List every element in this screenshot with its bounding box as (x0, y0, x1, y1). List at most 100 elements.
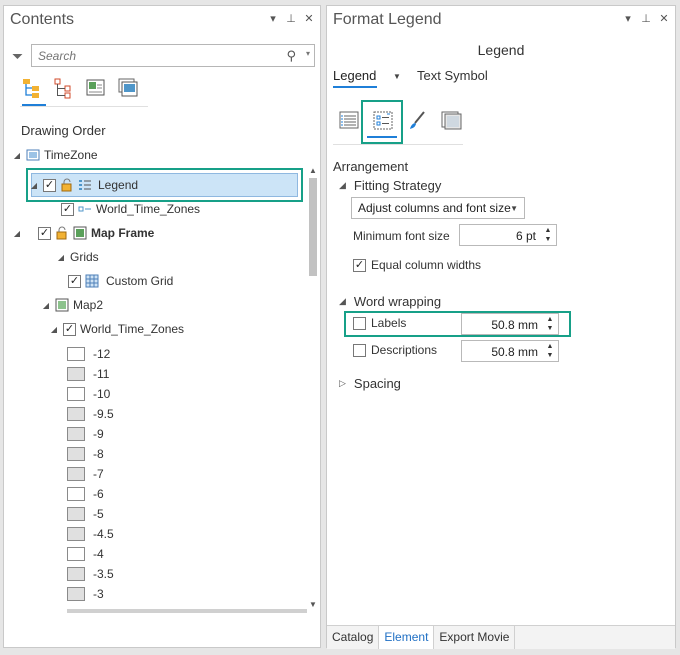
collapse-icon[interactable]: ◢ (12, 151, 22, 160)
map-frame-visibility-checkbox[interactable]: ✓ (38, 226, 51, 240)
collapse-icon[interactable]: ◢ (12, 229, 22, 238)
tab-text-symbol[interactable]: Text Symbol (417, 68, 488, 83)
section-label: Word wrapping (353, 294, 442, 309)
tab-export-movie[interactable]: Export Movie (434, 626, 516, 649)
stepper-arrows-icon[interactable]: ▲ ▼ (544, 341, 556, 361)
visibility-checkbox[interactable]: ✓ (61, 202, 74, 216)
zone-list-item[interactable]: -5 (67, 503, 104, 525)
symbol-swatch[interactable] (67, 367, 85, 381)
symbol-swatch[interactable] (67, 507, 85, 521)
zone-list-item[interactable]: -9.5 (67, 403, 114, 425)
search-icon[interactable]: ⚲ (286, 48, 296, 64)
zone-list-item[interactable]: -10 (67, 383, 110, 405)
zone-list-item[interactable]: -12 (67, 343, 110, 365)
pin-icon[interactable]: ⊥ (286, 12, 296, 26)
list-by-snapping-icon[interactable] (116, 75, 140, 101)
search-input[interactable] (32, 45, 272, 66)
labels-wrap-checkbox[interactable] (353, 316, 366, 330)
tree-item-map2[interactable]: ◢ Map2 (41, 294, 103, 316)
labels-wrap-option[interactable]: Labels (353, 316, 406, 330)
equal-column-widths-checkbox[interactable]: ✓ (353, 258, 366, 272)
horizontal-scrollbar[interactable] (67, 609, 307, 613)
chevron-down-icon[interactable]: ▼ (510, 204, 518, 213)
custom-grid-visibility-checkbox[interactable]: ✓ (68, 274, 81, 288)
collapse-icon[interactable]: ◢ (339, 180, 346, 191)
list-by-source-icon[interactable] (52, 75, 76, 101)
layer-visibility-checkbox[interactable]: ✓ (63, 322, 76, 336)
symbol-swatch[interactable] (67, 587, 85, 601)
equal-column-widths-option[interactable]: ✓ Equal column widths (353, 258, 481, 272)
descriptions-width-stepper[interactable]: 50.8 mm ▲ ▼ (461, 340, 559, 362)
symbol-swatch[interactable] (67, 527, 85, 541)
zone-label: -11 (93, 367, 110, 381)
symbol-swatch[interactable] (67, 467, 85, 481)
section-word-wrapping[interactable]: ◢ Word wrapping (339, 294, 441, 309)
tree-item-world-time-zones-layer[interactable]: ◢ ✓ World_Time_Zones (49, 318, 184, 340)
tab-catalog[interactable]: Catalog (327, 626, 380, 649)
vertical-scrollbar[interactable]: ▲ ▼ (307, 166, 319, 616)
zone-list-item[interactable]: -6 (67, 483, 104, 505)
zone-list-item[interactable]: -3.5 (67, 563, 114, 585)
section-fitting-strategy[interactable]: ◢ Fitting Strategy (339, 178, 441, 193)
zone-list-item[interactable]: -4.5 (67, 523, 114, 545)
min-font-size-stepper[interactable]: 6 pt ▲ ▼ (459, 224, 557, 246)
zone-list-item[interactable]: -7 (67, 463, 104, 485)
tree-item-map-frame[interactable]: ◢ ✓ Map Frame (12, 222, 154, 244)
close-icon[interactable]: ✕ (304, 12, 314, 26)
symbol-swatch[interactable] (67, 567, 85, 581)
symbol-swatch[interactable] (67, 347, 85, 361)
options-dropdown-icon[interactable]: ▾ (623, 12, 633, 26)
collapse-icon[interactable]: ◢ (49, 325, 59, 334)
symbol-swatch[interactable] (67, 427, 85, 441)
list-by-selection-icon[interactable] (84, 75, 108, 101)
zone-list-item[interactable]: -8 (67, 443, 104, 465)
display-options-icon[interactable] (439, 108, 463, 132)
zone-label: -12 (93, 347, 111, 361)
tab-element[interactable]: Element (379, 626, 435, 649)
collapse-icon[interactable]: ◢ (56, 253, 66, 262)
zone-list-item[interactable]: -4 (67, 543, 104, 565)
symbol-swatch[interactable] (67, 387, 85, 401)
symbol-swatch[interactable] (67, 487, 85, 501)
stepper-arrows-icon[interactable]: ▲ ▼ (542, 225, 554, 245)
zone-list-item[interactable]: -3 (67, 583, 104, 605)
contents-pane: Contents ▾ ⊥ ✕ ⏷ ⚲ ▾ (3, 5, 321, 648)
tree-item-grids[interactable]: ◢ Grids (56, 246, 99, 268)
lock-icon[interactable] (60, 178, 74, 192)
tree-item-legend[interactable]: ◢ ✓ Legend (29, 174, 138, 196)
symbol-swatch[interactable] (67, 407, 85, 421)
tree-item-timezone[interactable]: ◢ TimeZone (12, 144, 98, 166)
section-spacing[interactable]: ▷ Spacing (339, 376, 401, 391)
collapse-icon[interactable]: ◢ (29, 181, 39, 190)
scroll-down-icon[interactable]: ▼ (307, 600, 319, 609)
labels-width-stepper[interactable]: 50.8 mm ▲ ▼ (461, 313, 559, 335)
tab-legend[interactable]: Legend (333, 68, 376, 83)
lock-icon[interactable] (55, 226, 69, 240)
filter-icon[interactable]: ⏷ (12, 48, 23, 65)
descriptions-wrap-option[interactable]: Descriptions (353, 343, 437, 357)
list-by-drawing-order-icon[interactable] (20, 75, 44, 101)
expand-icon[interactable]: ▷ (339, 378, 346, 389)
search-box[interactable]: ⚲ ▾ (31, 44, 315, 67)
scroll-up-icon[interactable]: ▲ (307, 166, 319, 175)
symbol-swatch[interactable] (67, 447, 85, 461)
legend-visibility-checkbox[interactable]: ✓ (43, 178, 56, 192)
descriptions-wrap-checkbox[interactable] (353, 343, 366, 357)
zone-list-item[interactable]: -11 (67, 363, 109, 385)
tree-item-world-time-zones-legend[interactable]: ✓ World_Time_Zones (61, 198, 200, 220)
fitting-strategy-dropdown[interactable]: Adjust columns and font size ▼ (351, 197, 525, 219)
tree-item-custom-grid[interactable]: ✓ Custom Grid (68, 270, 173, 292)
stepper-arrows-icon[interactable]: ▲ ▼ (544, 314, 556, 334)
symbol-swatch[interactable] (67, 547, 85, 561)
zone-list-item[interactable]: -9 (67, 423, 104, 445)
search-dropdown-icon[interactable]: ▾ (306, 49, 310, 58)
scroll-thumb[interactable] (309, 178, 317, 276)
legend-options-icon[interactable] (337, 108, 361, 132)
options-dropdown-icon[interactable]: ▾ (268, 12, 278, 26)
symbol-brush-icon[interactable] (405, 108, 429, 132)
tab-dropdown-icon[interactable]: ▼ (393, 72, 401, 81)
collapse-icon[interactable]: ◢ (41, 301, 51, 310)
pin-icon[interactable]: ⊥ (641, 12, 651, 26)
collapse-icon[interactable]: ◢ (339, 296, 346, 307)
close-icon[interactable]: ✕ (659, 12, 669, 26)
